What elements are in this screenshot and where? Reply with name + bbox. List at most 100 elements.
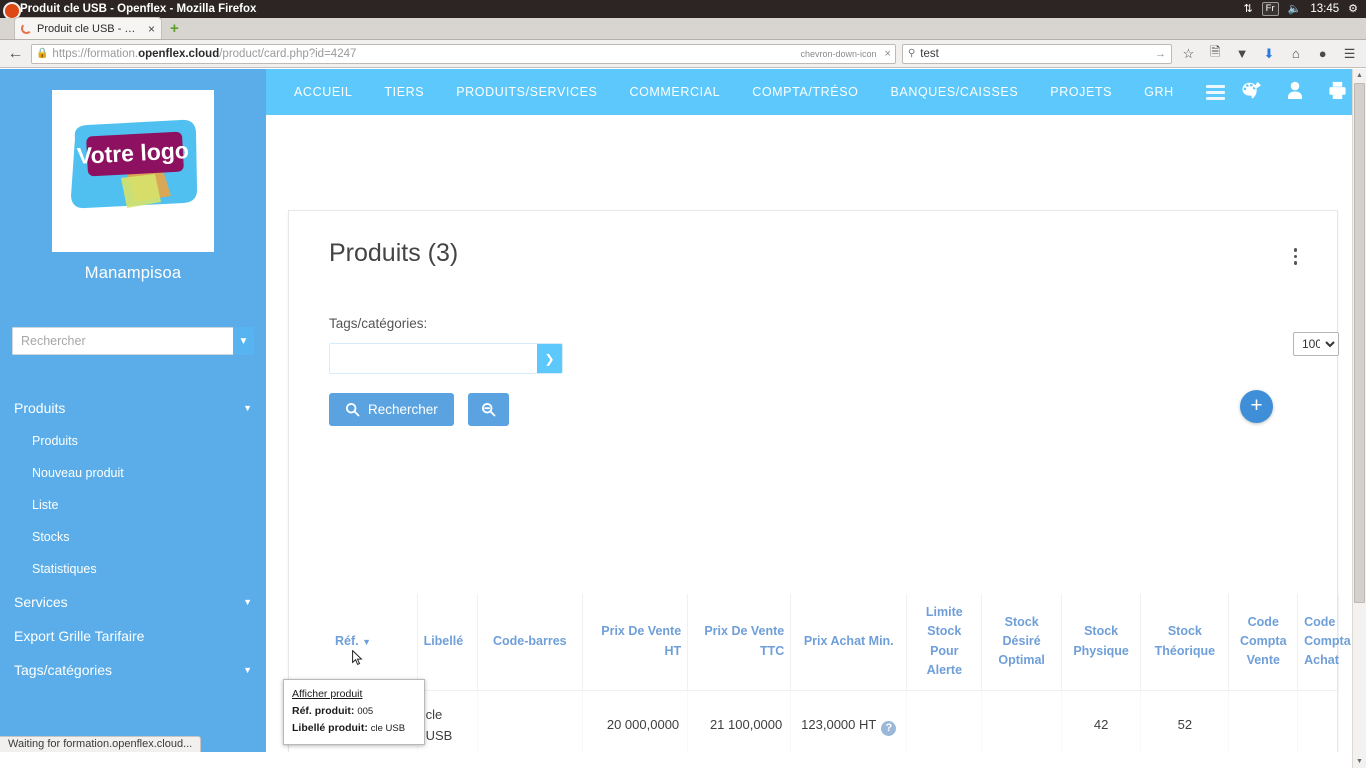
sidebar-item-export-grille-tarifaire[interactable]: Export Grille Tarifaire (0, 619, 266, 653)
browser-search-value: test (920, 47, 939, 60)
keyboard-layout-indicator[interactable]: Fr (1261, 2, 1279, 16)
loading-spinner-icon (21, 23, 32, 34)
search-minus-icon (481, 402, 496, 417)
network-updown-icon[interactable]: ⇅ (1243, 3, 1252, 15)
pocket-icon[interactable]: ▼ (1232, 46, 1253, 61)
new-tab-button[interactable]: + (170, 21, 179, 36)
sidebar-subitem-stocks[interactable]: Stocks (0, 521, 266, 553)
tooltip-title[interactable]: Afficher produit (292, 686, 416, 703)
col-prix-vente-ttc[interactable]: Prix De Vente TTC (687, 594, 792, 691)
url-bar[interactable]: 🔒 https://formation.openflex.cloud/produ… (30, 43, 896, 64)
nav-item-banques-caisses[interactable]: BANQUES/CAISSES (874, 85, 1034, 99)
browser-toolbar: ← 🔒 https://formation.openflex.cloud/pro… (0, 40, 1366, 68)
cell-prix-achat-min: 123,0000 HT? (790, 690, 908, 752)
gear-icon[interactable]: ⚙ (1348, 3, 1358, 15)
col-prix-vente-ht[interactable]: Prix De Vente HT (582, 594, 689, 691)
more-options-icon[interactable] (1293, 239, 1297, 265)
browser-status-text: Waiting for formation.openflex.cloud... (0, 736, 202, 752)
sidebar-item-label: Produits (14, 400, 66, 416)
theme-palette-icon[interactable] (1241, 81, 1262, 104)
sidebar-item-services[interactable]: Services ▼ (0, 585, 266, 619)
sidebar-subitem-statistiques[interactable]: Statistiques (0, 553, 266, 585)
col-stock-theorique[interactable]: Stock Théorique (1140, 594, 1230, 691)
close-icon[interactable]: × (148, 22, 155, 36)
chevron-down-icon[interactable]: ▼ (243, 597, 252, 607)
nav-item-produits-services[interactable]: PRODUITS/SERVICES (440, 85, 613, 99)
browser-tab[interactable]: Produit cle USB - Op... × (14, 17, 162, 39)
browser-tab-strip: Produit cle USB - Op... × + (0, 17, 1366, 40)
sidebar-item-label: Tags/catégories (14, 662, 113, 678)
products-table: Réf. ▼ Libellé Code-barres Prix De Vente… (329, 594, 1351, 752)
chevron-down-icon[interactable]: ▼ (243, 403, 252, 413)
cell-stock-theorique: 52 (1140, 690, 1230, 752)
sidebar-search[interactable]: ▼ (12, 327, 254, 355)
col-stock-desire-optimal[interactable]: Stock Désiré Optimal (981, 594, 1062, 691)
cell-limite-stock-alerte (906, 690, 983, 752)
sidebar-subitem-nouveau-produit[interactable]: Nouveau produit (0, 457, 266, 489)
print-icon[interactable] (1328, 81, 1347, 104)
per-page-select[interactable]: 1000 (1293, 332, 1339, 356)
col-code-compta-vente[interactable]: Code Compta Vente (1228, 594, 1299, 691)
table-row[interactable]: 005 cle USB 20 000,0000 21 100,0000 123,… (329, 690, 1339, 752)
bookmark-star-icon[interactable]: ☆ (1178, 46, 1199, 62)
browser-search-bar[interactable]: ⚲ test → (901, 43, 1172, 64)
page-title: Produits (3) (329, 239, 459, 267)
sort-caret-icon[interactable]: ▼ (362, 637, 371, 647)
nav-item-compta-treso[interactable]: COMPTA/TRÉSO (736, 85, 874, 99)
nav-item-commercial[interactable]: COMMERCIAL (613, 85, 736, 99)
nav-item-grh[interactable]: GRH (1128, 85, 1190, 99)
reader-view-icon[interactable]: 🗎 (1205, 43, 1226, 65)
add-product-button[interactable]: + (1240, 390, 1273, 423)
scroll-down-arrow-icon[interactable]: ▼ (1353, 755, 1366, 768)
clock[interactable]: 13:45 (1310, 3, 1339, 15)
nav-item-accueil[interactable]: ACCUEIL (278, 85, 368, 99)
nav-item-tiers[interactable]: TIERS (368, 85, 440, 99)
sidebar-subitem-liste[interactable]: Liste (0, 489, 266, 521)
search-button[interactable]: Rechercher (329, 393, 454, 426)
search-button-label: Rechercher (368, 402, 438, 417)
chevron-down-icon[interactable]: ❯ (537, 344, 562, 373)
company-name: Manampisoa (84, 264, 182, 282)
page-scrollbar[interactable]: ▲ ▼ (1352, 69, 1366, 768)
sidebar: Votre logo Manampisoa ▼ Produits ▼ Produ… (0, 69, 266, 752)
cell-stock-physique: 42 (1061, 690, 1142, 752)
arrow-right-icon[interactable]: → (1155, 48, 1166, 60)
chevron-down-icon[interactable]: chevron-down-icon (800, 49, 876, 59)
col-libelle[interactable]: Libellé (417, 594, 478, 691)
sidebar-item-tags-categories[interactable]: Tags/catégories ▼ (0, 653, 266, 687)
help-icon[interactable]: ? (881, 721, 897, 736)
system-tray: ⇅ Fr 🔈 13:45 ⚙ (1243, 2, 1366, 16)
tags-select[interactable]: ❯ (329, 343, 563, 374)
hamburger-menu-icon[interactable]: ☰ (1339, 46, 1360, 62)
user-account-icon[interactable] (1286, 81, 1304, 104)
hamburger-menu-icon[interactable] (1190, 84, 1241, 100)
col-prix-achat-min[interactable]: Prix Achat Min. (790, 594, 908, 691)
chevron-down-icon[interactable]: ▼ (233, 327, 254, 355)
chevron-down-icon[interactable]: ▼ (243, 665, 252, 675)
top-navigation: ACCUEIL TIERS PRODUITS/SERVICES COMMERCI… (266, 69, 1358, 115)
col-limite-stock-alerte[interactable]: Limite Stock Pour Alerte (906, 594, 983, 691)
sync-chat-icon[interactable]: ● (1312, 46, 1333, 61)
back-arrow-icon[interactable]: ← (6, 45, 25, 63)
downloads-icon[interactable]: ⬇ (1259, 46, 1280, 62)
cell-prix-vente-ttc: 21 100,0000 (687, 690, 792, 752)
stop-loading-icon[interactable]: × (881, 48, 891, 60)
search-input[interactable] (12, 327, 233, 355)
scroll-up-arrow-icon[interactable]: ▲ (1353, 69, 1366, 82)
cell-prix-achat-min-value: 123,0000 HT (801, 717, 877, 732)
reset-search-button[interactable] (467, 393, 509, 426)
filter-buttons: Rechercher (329, 393, 1337, 426)
col-code-compta-achat[interactable]: Code Compta Achat (1297, 594, 1351, 691)
volume-icon[interactable]: 🔈 (1288, 3, 1302, 15)
sidebar-subitem-produits[interactable]: Produits (0, 425, 266, 457)
sidebar-item-produits[interactable]: Produits ▼ (0, 391, 266, 425)
col-stock-physique[interactable]: Stock Physique (1061, 594, 1142, 691)
url-text: https://formation.openflex.cloud/product… (52, 47, 357, 60)
col-ref-label: Réf. (335, 634, 359, 649)
sidebar-item-label: Services (14, 594, 68, 610)
col-ref[interactable]: Réf. ▼ (329, 594, 418, 691)
nav-item-projets[interactable]: PROJETS (1034, 85, 1128, 99)
home-icon[interactable]: ⌂ (1285, 46, 1306, 61)
scrollbar-thumb[interactable] (1354, 83, 1365, 603)
col-code-barres[interactable]: Code-barres (477, 594, 583, 691)
